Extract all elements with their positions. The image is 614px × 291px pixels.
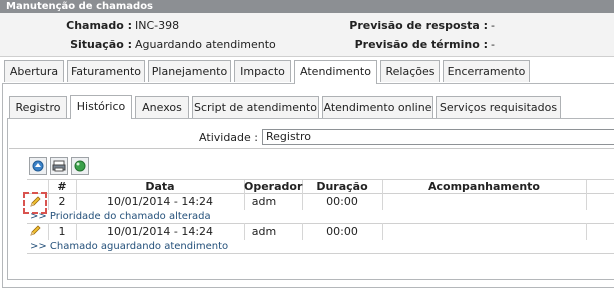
tab-abertura[interactable]: Abertura bbox=[4, 60, 64, 82]
row-data: 10/01/2014 - 14:24 bbox=[106, 225, 214, 238]
grid-line bbox=[586, 180, 587, 210]
situacao-label: Situação : bbox=[70, 38, 132, 51]
col-header-num[interactable]: # bbox=[48, 180, 76, 193]
window-title: Manutenção de chamados bbox=[0, 0, 614, 13]
tab-planejamento[interactable]: Planejamento bbox=[148, 60, 231, 82]
col-header-acompanhamento[interactable]: Acompanhamento bbox=[382, 180, 586, 193]
row-note: >> Prioridade do chamado alterada bbox=[30, 211, 211, 222]
grid-line bbox=[586, 223, 587, 240]
divider bbox=[9, 148, 614, 149]
chamado-value: INC-398 bbox=[135, 19, 180, 32]
ticket-info-panel: Chamado : INC-398 Situação : Aguardando … bbox=[0, 13, 614, 57]
row-duracao: 00:00 bbox=[326, 225, 358, 238]
tab-historico[interactable]: Histórico bbox=[70, 95, 132, 119]
col-header-duracao[interactable]: Duração bbox=[302, 180, 382, 193]
col-header-data[interactable]: Data bbox=[76, 180, 244, 193]
chamado-label: Chamado : bbox=[66, 19, 132, 32]
row-operador: adm bbox=[251, 225, 277, 238]
col-header-operador[interactable]: Operador bbox=[244, 180, 302, 193]
row-duracao: 00:00 bbox=[326, 195, 358, 208]
previsao-resposta-value: - bbox=[491, 19, 495, 32]
export-icon[interactable] bbox=[29, 157, 47, 175]
row-note: >> Chamado aguardando atendimento bbox=[30, 241, 229, 252]
previsao-resposta-label: Previsão de resposta : bbox=[349, 19, 488, 32]
row-operador: adm bbox=[251, 195, 277, 208]
grid-line bbox=[27, 223, 614, 224]
tab-servicos-requisitados[interactable]: Serviços requisitados bbox=[436, 96, 561, 118]
tab-encerramento[interactable]: Encerramento bbox=[443, 60, 530, 82]
tab-atendimento[interactable]: Atendimento bbox=[294, 60, 377, 84]
previsao-termino-value: - bbox=[491, 38, 495, 51]
row-num: 1 bbox=[58, 225, 66, 238]
print-icon[interactable] bbox=[50, 157, 68, 175]
tab-atendimento-online[interactable]: Atendimento online bbox=[322, 96, 433, 118]
tab-faturamento[interactable]: Faturamento bbox=[67, 60, 145, 82]
edit-pencil-icon[interactable] bbox=[29, 196, 41, 208]
tab-impacto[interactable]: Impacto bbox=[234, 60, 291, 82]
previsao-termino-label: Previsão de término : bbox=[354, 38, 488, 51]
refresh-icon[interactable] bbox=[71, 157, 89, 175]
tab-anexos[interactable]: Anexos bbox=[135, 96, 189, 118]
grid-line bbox=[27, 193, 614, 194]
tab-relacoes[interactable]: Relações bbox=[380, 60, 440, 82]
activity-select[interactable]: Registro bbox=[262, 129, 614, 145]
tab-registro[interactable]: Registro bbox=[9, 96, 67, 118]
tab-script-atendimento[interactable]: Script de atendimento bbox=[192, 96, 319, 118]
row-num: 2 bbox=[58, 195, 66, 208]
situacao-value: Aguardando atendimento bbox=[135, 38, 276, 51]
edit-pencil-icon[interactable] bbox=[29, 225, 41, 237]
grid-line bbox=[382, 223, 383, 240]
grid-line bbox=[27, 253, 614, 254]
activity-label: Atividade : bbox=[199, 131, 258, 144]
row-data: 10/01/2014 - 14:24 bbox=[106, 195, 214, 208]
